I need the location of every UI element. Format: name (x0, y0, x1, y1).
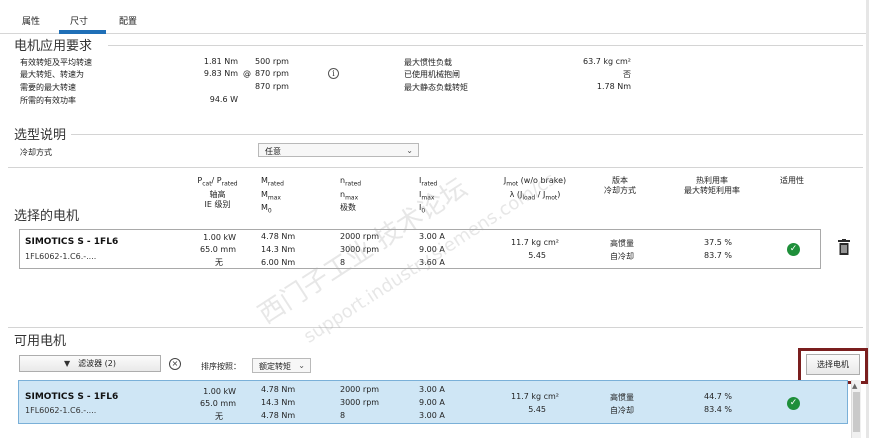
req-label-max-torque: 最大转矩、转速为 (20, 70, 84, 79)
cell-shaft: 65.0 mm (200, 245, 236, 254)
req-max-torque: 9.83 Nm (203, 69, 238, 78)
selected-motor-title: 选择的电机 (14, 209, 80, 224)
req-brake: 否 (623, 70, 631, 79)
cell-i0: 3.00 A (419, 411, 445, 420)
cell-n-rated: 2000 rpm (340, 385, 380, 394)
cell-shaft: 65.0 mm (200, 399, 236, 408)
cell-n-max: 3000 rpm (340, 398, 380, 407)
req-max-speed: 870 rpm (255, 82, 289, 91)
cell-torque-util: 83.7 % (704, 251, 732, 260)
tab-configuration[interactable]: 配置 (119, 14, 137, 27)
header-utilization: 热利用率 最大转矩利用率 (684, 176, 740, 195)
selected-motor-name: SIMOTICS S - 1FL6 (25, 237, 119, 247)
header-torque: Mrated Mmax M0 (261, 176, 284, 215)
tab-dimensions[interactable]: 尺寸 (70, 14, 88, 27)
cell-version: 高惯量 (610, 393, 634, 402)
clear-filter-icon[interactable]: × (169, 358, 181, 370)
cell-m-rated: 4.78 Nm (261, 385, 296, 394)
cell-lambda: 5.45 (528, 405, 546, 414)
cell-thermal: 37.5 % (704, 238, 732, 247)
filter-button-label: 滤波器 (2) (78, 359, 117, 368)
header-speed: nrated nmax 极数 (340, 176, 362, 213)
header-power: Pcat/ Prated 轴高 IE 级别 (180, 176, 255, 210)
chevron-down-icon: ⌄ (298, 361, 305, 370)
cell-i-rated: 3.00 A (419, 385, 445, 394)
scroll-up-icon[interactable]: ▲ (852, 382, 857, 390)
divider (71, 134, 863, 135)
cooling-select-value: 任意 (265, 147, 281, 156)
available-motor-name: SIMOTICS S - 1FL6 (25, 392, 119, 402)
sort-select[interactable]: 额定转矩 ⌄ (252, 358, 311, 373)
scrollbar-thumb[interactable] (853, 392, 860, 432)
req-max-torque-speed: 870 rpm (255, 69, 289, 78)
header-poles: 极数 (340, 203, 356, 213)
req-label-power: 所需的有效功率 (20, 96, 76, 105)
selected-motor-code: 1FL6062-1.C6.-.... (25, 252, 97, 261)
cell-i-max: 9.00 A (419, 398, 445, 407)
cell-m0: 6.00 Nm (261, 258, 296, 267)
header-suitability: 适用性 (780, 176, 804, 185)
cell-cooling: 自冷却 (610, 252, 634, 261)
cell-m-max: 14.3 Nm (261, 245, 296, 254)
available-motors-title: 可用电机 (14, 334, 67, 349)
cell-ie: 无 (215, 412, 223, 421)
req-label-max-speed: 需要的最大转速 (20, 83, 76, 92)
req-label-static-load: 最大静态负载转矩 (404, 83, 468, 92)
tab-bar: 属性 尺寸 配置 (0, 0, 869, 34)
cell-m-max: 14.3 Nm (261, 398, 296, 407)
req-at-symbol: @ (243, 69, 251, 78)
header-version: 版本 冷却方式 (604, 176, 636, 195)
divider (108, 45, 863, 46)
req-max-inertia: 63.7 kg cm² (582, 57, 631, 66)
divider (8, 327, 863, 328)
cell-version: 高惯量 (610, 239, 634, 248)
select-motor-button[interactable]: 选择电机 (806, 354, 860, 375)
available-motor-code: 1FL6062-1.C6.-.... (25, 406, 97, 415)
filter-button[interactable]: ▼ 滤波器 (2) (19, 355, 161, 372)
header-power-line: Pcat/ Prated (197, 176, 238, 188)
header-ie-class: IE 级别 (204, 199, 231, 209)
cell-lambda: 5.45 (528, 251, 546, 260)
cell-cooling: 自冷却 (610, 406, 634, 415)
active-tab-indicator (59, 30, 106, 34)
requirements-title: 电机应用要求 (14, 39, 93, 54)
cell-m-rated: 4.78 Nm (261, 232, 296, 241)
cell-poles: 8 (340, 411, 346, 420)
info-icon[interactable]: i (328, 68, 339, 79)
cooling-label: 冷却方式 (20, 148, 52, 157)
req-static-load: 1.78 Nm (596, 82, 631, 91)
cell-m0: 4.78 Nm (261, 411, 296, 420)
tab-properties[interactable]: 属性 (22, 14, 40, 27)
divider (8, 167, 863, 168)
req-rms-torque: 1.81 Nm (203, 57, 238, 66)
chevron-down-icon: ⌄ (406, 146, 413, 155)
cell-power: 1.00 kW (203, 233, 236, 242)
sort-select-value: 额定转矩 (259, 362, 291, 371)
req-label-brake: 已使用机械抱闸 (404, 70, 460, 79)
req-power: 94.6 W (209, 95, 238, 104)
sort-label: 排序按照： (201, 362, 241, 371)
cell-ie: 无 (215, 258, 223, 267)
cell-thermal: 44.7 % (704, 392, 732, 401)
filter-icon: ▼ (63, 359, 71, 368)
req-label-rms-torque: 有效转矩及平均转速 (20, 58, 92, 67)
cell-j-mot: 11.7 kg cm² (510, 392, 559, 401)
req-label-max-inertia: 最大惯性负载 (404, 58, 452, 67)
cooling-select[interactable]: 任意 ⌄ (258, 143, 419, 157)
req-avg-speed: 500 rpm (255, 57, 289, 66)
header-shaft-height: 轴高 (209, 189, 226, 199)
cell-torque-util: 83.4 % (704, 405, 732, 414)
cell-j-mot: 11.7 kg cm² (510, 238, 559, 247)
selection-notes-title: 选型说明 (14, 128, 67, 143)
cell-power: 1.00 kW (203, 387, 236, 396)
check-icon: ✓ (787, 243, 800, 256)
check-icon: ✓ (787, 397, 800, 410)
trash-icon[interactable] (838, 239, 850, 255)
